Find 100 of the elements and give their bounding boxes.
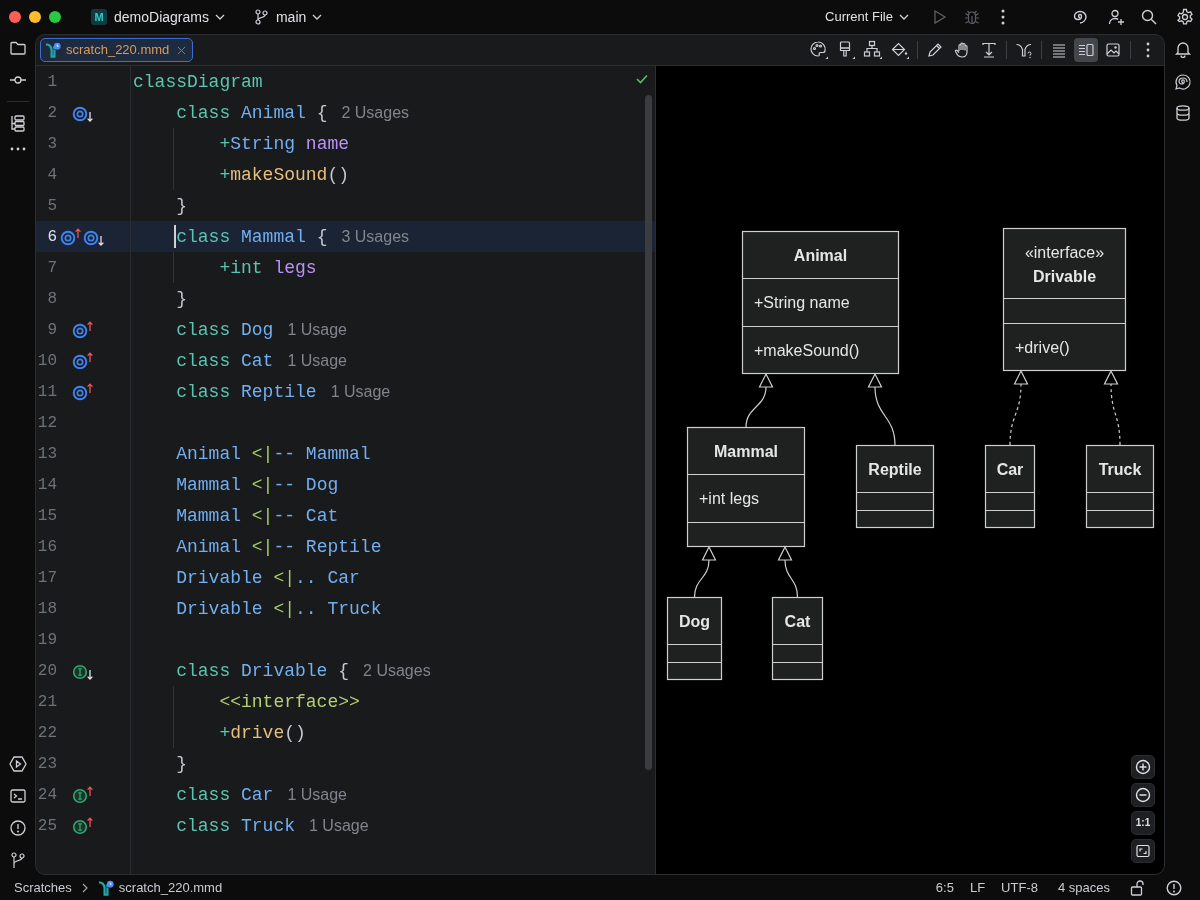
code-line: class Cat [176,349,274,373]
add-user-icon[interactable] [1107,8,1125,26]
class-name: Animal [793,247,848,264]
i-circle-up-arrow-icon[interactable] [71,816,94,835]
class-name: Cat [784,613,811,630]
ring-up-arrow-icon[interactable] [71,382,94,401]
branch-switcher[interactable]: main [250,5,327,29]
line-number: 24 [36,784,57,806]
code-line: +drive() [219,721,306,745]
class-name: Mammal [714,443,778,460]
line-number: 4 [46,164,57,186]
file-encoding[interactable]: UTF-8 [993,877,1046,898]
project-switcher[interactable]: M demoDiagrams [87,5,229,29]
ring-up-arrow-icon[interactable] [71,351,94,370]
palette-icon[interactable] [807,38,831,62]
chevron-down-icon [899,14,909,20]
line-number: 17 [36,567,57,589]
minus-circle-icon [1135,787,1151,803]
code-line: +String name [219,132,350,156]
usage-hint[interactable]: 3 Usages [341,225,410,248]
run-icon[interactable] [8,755,27,773]
more-icon[interactable] [9,147,26,151]
code-line: class Animal { [176,101,328,125]
breadcrumb[interactable]: Scratches [14,877,72,898]
line-number: 16 [36,536,57,558]
zoom-window-button[interactable] [49,11,61,23]
line-number: 14 [36,474,57,496]
class-name: Truck [1098,461,1142,478]
line-number: 20 [36,660,57,682]
problems-icon[interactable] [8,819,27,837]
run-configuration-selector[interactable]: Current File [820,5,914,29]
chat-spiral-icon[interactable] [1173,73,1192,91]
close-icon[interactable] [177,45,187,55]
caret-position[interactable]: 6:5 [927,877,962,898]
editor-tab[interactable]: scratch_220.mmd [40,38,194,62]
line-number: 21 [36,691,57,713]
class-name: Car [996,461,1024,478]
usage-hint[interactable]: 2 Usages [363,659,431,682]
line-number: 22 [36,722,57,744]
code-line: class Dog [176,318,274,342]
more-icon[interactable] [1001,9,1005,25]
database-icon[interactable] [1173,104,1192,122]
code-line: +makeSound() [219,163,350,187]
branch-icon [254,9,268,25]
usage-hint[interactable]: 2 Usages [341,101,410,124]
line-number: 3 [46,133,57,155]
line-number: 15 [36,505,57,527]
chevron-down-icon [214,14,225,20]
code-line: } [176,194,187,218]
usage-hint[interactable]: 1 Usage [309,814,369,837]
warning-circle-icon[interactable] [1166,879,1182,896]
usage-hint[interactable]: 1 Usage [287,349,347,372]
breadcrumb[interactable]: scratch_220.mmd [97,877,223,898]
ring-up-arrow-icon[interactable] [60,227,82,246]
line-number: 11 [36,381,57,403]
i-circle-up-arrow-icon[interactable] [71,785,94,804]
search-icon[interactable] [1140,8,1158,26]
line-number: 13 [36,443,57,465]
branch-icon[interactable] [8,851,27,869]
fit-frame-icon [1135,843,1151,859]
bug-icon[interactable] [963,8,981,26]
usage-hint[interactable]: 1 Usage [287,318,347,341]
view-mode-button[interactable] [1074,38,1098,62]
line-number: 25 [36,815,57,837]
close-window-button[interactable] [9,11,21,23]
minimize-window-button[interactable] [29,11,41,23]
indent-setting[interactable]: 4 spaces [1049,877,1118,898]
line-number: 7 [46,257,57,279]
code-line: class Mammal { [176,225,328,249]
line-number: 6 [46,226,57,248]
code-line: Mammal <|-- Dog [176,473,339,497]
bell-icon[interactable] [1173,40,1192,58]
actual-size-button[interactable]: 1:1 [1131,811,1155,835]
code-line: +int legs [219,256,317,280]
fit-to-screen-button[interactable] [1131,839,1155,863]
code-line: class Car [176,783,274,807]
fork-clock-icon [45,42,61,58]
terminal-icon[interactable] [8,787,27,805]
class-attribute: +String name [754,293,850,311]
line-number: 19 [36,629,57,651]
usage-hint[interactable]: 1 Usage [330,380,391,403]
split-view-icon [1077,41,1095,59]
ring-up-arrow-icon[interactable] [71,320,94,339]
settings-icon[interactable] [1176,8,1194,26]
code-line: Drivable <|.. Car [176,566,360,590]
code-line: Mammal <|-- Cat [176,504,339,528]
spiral-icon[interactable] [1071,8,1089,26]
line-separator[interactable]: LF [961,877,994,898]
hierarchy-icon[interactable] [861,38,885,62]
check-icon [636,74,648,84]
zoom-in-button[interactable] [1131,755,1155,779]
usage-hint[interactable]: 1 Usage [287,783,347,806]
stereotype-label: «interface» [1024,243,1105,261]
structure-icon[interactable] [8,114,27,132]
scrollbar[interactable] [645,95,652,770]
zoom-out-button[interactable] [1131,783,1155,807]
unlocked-padlock-icon[interactable] [1130,879,1144,896]
fork-clock-icon [97,879,114,896]
folder-icon[interactable] [8,39,27,57]
code-line: } [176,752,187,776]
